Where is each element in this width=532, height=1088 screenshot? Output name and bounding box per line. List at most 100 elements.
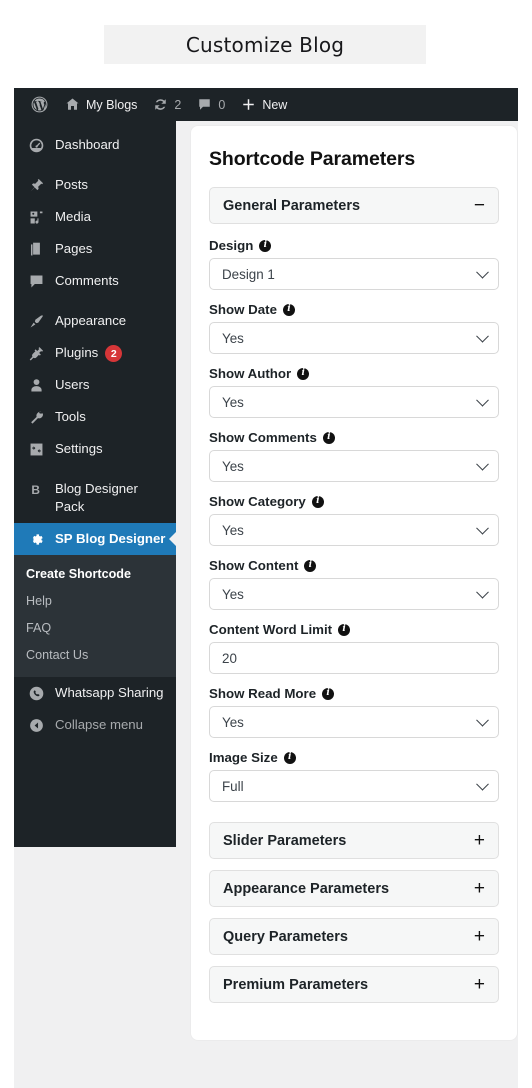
sidebar-item-label: Collapse menu: [55, 717, 143, 733]
sidebar-item-posts[interactable]: Posts: [14, 169, 176, 201]
sidebar-item-pages[interactable]: Pages: [14, 233, 176, 265]
field-show-read-more: Show Read More i Yes: [209, 686, 499, 738]
sidebar-item-media[interactable]: Media: [14, 201, 176, 233]
card-title: Shortcode Parameters: [209, 148, 416, 170]
accordion-label: Slider Parameters: [223, 832, 347, 849]
sidebar-item-label: Settings: [55, 441, 103, 457]
wordpress-logo-icon: [31, 96, 48, 113]
field-label: Content Word Limit i: [209, 622, 499, 637]
sidebar-item-label: Posts: [55, 177, 88, 192]
accordion-slider-parameters[interactable]: Slider Parameters +: [209, 822, 499, 859]
sidebar-item-dashboard[interactable]: Dashboard: [14, 129, 176, 161]
svg-text:B: B: [31, 482, 40, 496]
sidebar-item-settings[interactable]: Settings: [14, 433, 176, 465]
accordion-premium-parameters[interactable]: Premium Parameters +: [209, 966, 499, 1003]
whatsapp-icon: [26, 684, 46, 702]
comment-bubble-icon: [199, 99, 211, 110]
chevron-down-icon: [476, 777, 489, 791]
sidebar-item-label: Tools: [55, 409, 86, 425]
show-category-select[interactable]: Yes: [209, 514, 499, 546]
updates-menu[interactable]: 2: [145, 88, 189, 121]
info-icon[interactable]: i: [322, 431, 335, 444]
info-icon[interactable]: i: [259, 239, 272, 252]
sidebar-item-label: Comments: [55, 273, 119, 288]
sidebar-item-label: Media: [55, 209, 91, 224]
select-value: Yes: [222, 394, 244, 410]
field-image-size: Image Size i Full: [209, 750, 499, 802]
select-value: Yes: [222, 522, 244, 538]
field-label: Show Author i: [209, 366, 499, 381]
comments-menu[interactable]: 0: [189, 88, 233, 121]
collapse-arrow-icon: [26, 716, 46, 734]
sidebar-item-sp-blog-designer[interactable]: SP Blog Designer: [14, 523, 177, 556]
accordion-label: Query Parameters: [223, 928, 348, 945]
sidebar-item-blog-designer-pack[interactable]: B Blog Designer Pack: [14, 473, 176, 523]
chevron-down-icon: [476, 457, 489, 471]
select-value: Yes: [222, 458, 244, 474]
info-icon[interactable]: i: [322, 687, 335, 700]
chevron-down-icon: [476, 713, 489, 727]
sidebar-item-label: Appearance: [55, 313, 127, 328]
show-date-select[interactable]: Yes: [209, 322, 499, 354]
brush-icon: [26, 312, 46, 330]
my-blogs-menu[interactable]: My Blogs: [57, 88, 145, 121]
submenu-item-contact-us[interactable]: Contact Us: [14, 642, 176, 669]
plus-icon: +: [473, 974, 485, 995]
chevron-down-icon: [476, 329, 489, 343]
sidebar-item-label: Dashboard: [55, 137, 120, 152]
wordpress-logo-button[interactable]: [22, 88, 57, 121]
accordion-appearance-parameters[interactable]: Appearance Parameters +: [209, 870, 499, 907]
show-content-select[interactable]: Yes: [209, 578, 499, 610]
sidebar-item-plugins[interactable]: Plugins 2: [14, 337, 176, 369]
sidebar-item-users[interactable]: Users: [14, 369, 176, 401]
show-comments-select[interactable]: Yes: [209, 450, 499, 482]
info-icon[interactable]: i: [311, 495, 324, 508]
submenu-item-create-shortcode[interactable]: Create Shortcode: [14, 561, 176, 588]
accordion-label: Appearance Parameters: [223, 880, 390, 897]
select-value: Yes: [222, 714, 244, 730]
image-size-select[interactable]: Full: [209, 770, 499, 802]
refresh-icon: [155, 99, 167, 110]
plus-icon: [243, 99, 255, 110]
field-show-comments: Show Comments i Yes: [209, 430, 499, 482]
pages-icon: [26, 240, 46, 258]
new-content-menu[interactable]: New: [233, 88, 295, 121]
content-word-limit-input[interactable]: 20: [209, 642, 499, 674]
select-value: Full: [222, 778, 244, 794]
sidebar-item-comments[interactable]: Comments: [14, 265, 176, 297]
settings-icon: [26, 440, 46, 458]
info-icon[interactable]: i: [297, 367, 310, 380]
user-icon: [26, 376, 46, 394]
info-icon[interactable]: i: [304, 559, 317, 572]
show-read-more-select[interactable]: Yes: [209, 706, 499, 738]
field-show-content: Show Content i Yes: [209, 558, 499, 610]
field-label: Show Content i: [209, 558, 499, 573]
pin-icon: [26, 176, 46, 194]
select-value: Yes: [222, 586, 244, 602]
sidebar-item-collapse-menu[interactable]: Collapse menu: [14, 709, 176, 741]
info-icon[interactable]: i: [338, 623, 351, 636]
submenu-item-help[interactable]: Help: [14, 588, 176, 615]
plug-icon: [26, 344, 46, 362]
gear-icon: [26, 530, 46, 548]
design-select[interactable]: Design 1: [209, 258, 499, 290]
media-icon: [26, 208, 46, 226]
info-icon[interactable]: i: [283, 751, 296, 764]
field-label: Design i: [209, 238, 499, 253]
comments-count: 0: [218, 97, 226, 112]
wp-admin-window: My Blogs 2 0 New Dashboard Posts Media P…: [14, 88, 518, 1088]
updates-count: 2: [174, 97, 182, 112]
sidebar-item-appearance[interactable]: Appearance: [14, 305, 176, 337]
sidebar-item-label: Whatsapp Sharing: [55, 685, 164, 701]
wrench-icon: [26, 408, 46, 426]
sidebar-item-label: Pages: [55, 241, 93, 256]
submenu-item-faq[interactable]: FAQ: [14, 615, 176, 642]
show-author-select[interactable]: Yes: [209, 386, 499, 418]
info-icon[interactable]: i: [282, 303, 295, 316]
accordion-query-parameters[interactable]: Query Parameters +: [209, 918, 499, 955]
sidebar-item-whatsapp-sharing[interactable]: Whatsapp Sharing: [14, 677, 176, 709]
field-show-date: Show Date i Yes: [209, 302, 499, 354]
accordion-general-parameters[interactable]: General Parameters −: [209, 187, 499, 224]
field-show-category: Show Category i Yes: [209, 494, 499, 546]
sidebar-item-tools[interactable]: Tools: [14, 401, 176, 433]
